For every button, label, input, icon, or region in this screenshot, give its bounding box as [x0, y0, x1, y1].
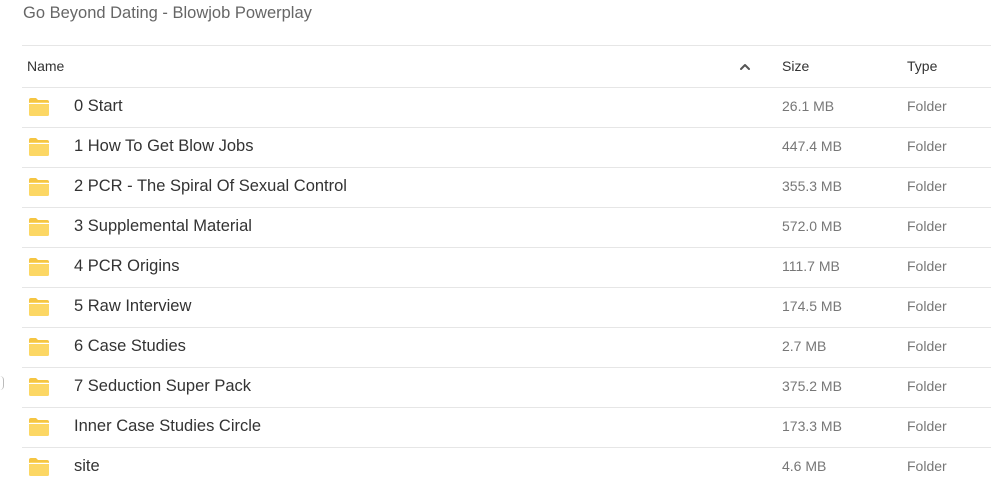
folder-icon	[29, 418, 49, 436]
folder-size: 355.3 MB	[782, 178, 842, 194]
folder-size: 572.0 MB	[782, 218, 842, 234]
folder-icon	[29, 458, 49, 476]
folder-size: 4.6 MB	[782, 458, 827, 474]
folder-name[interactable]: Inner Case Studies Circle	[74, 408, 261, 444]
folder-type: Folder	[907, 298, 947, 314]
table-row[interactable]: Inner Case Studies Circle 173.3 MB Folder	[22, 408, 991, 448]
folder-type: Folder	[907, 338, 947, 354]
table-row[interactable]: 6 Case Studies 2.7 MB Folder	[22, 328, 991, 368]
column-header-type[interactable]: Type	[907, 46, 937, 87]
folder-icon	[29, 218, 49, 236]
chevron-up-icon[interactable]	[739, 62, 751, 72]
folder-name[interactable]: site	[74, 448, 100, 484]
folder-name[interactable]: 0 Start	[74, 88, 123, 124]
table-row[interactable]: site 4.6 MB Folder	[22, 448, 991, 486]
folder-size: 2.7 MB	[782, 338, 827, 354]
page-title: Go Beyond Dating - Blowjob Powerplay	[23, 4, 312, 22]
folder-size: 375.2 MB	[782, 378, 842, 394]
folder-type: Folder	[907, 258, 947, 274]
table-body: 0 Start 26.1 MB Folder 1 How To Get Blow Jo…	[22, 88, 991, 486]
folder-type: Folder	[907, 418, 947, 434]
table-row[interactable]: 2 PCR - The Spiral Of Sexual Control 355.…	[22, 168, 991, 208]
folder-type: Folder	[907, 218, 947, 234]
folder-type: Folder	[907, 458, 947, 474]
file-browser: Go Beyond Dating - Blowjob Powerplay Nam…	[0, 0, 991, 486]
folder-type: Folder	[907, 98, 947, 114]
table-row[interactable]: 7 Seduction Super Pack 375.2 MB Folder	[22, 368, 991, 408]
table-row[interactable]: 4 PCR Origins 111.7 MB Folder	[22, 248, 991, 288]
folder-type: Folder	[907, 178, 947, 194]
folder-size: 174.5 MB	[782, 298, 842, 314]
folder-name[interactable]: 1 How To Get Blow Jobs	[74, 128, 253, 164]
column-header-name[interactable]: Name	[27, 46, 64, 87]
folder-type: Folder	[907, 378, 947, 394]
folder-icon	[29, 378, 49, 396]
folder-icon	[29, 338, 49, 356]
folder-size: 173.3 MB	[782, 418, 842, 434]
folder-icon	[29, 138, 49, 156]
folder-name[interactable]: 6 Case Studies	[74, 328, 186, 364]
table-row[interactable]: 5 Raw Interview 174.5 MB Folder	[22, 288, 991, 328]
scroll-edge-marker	[0, 376, 4, 390]
folder-name[interactable]: 5 Raw Interview	[74, 288, 191, 324]
table-row[interactable]: 1 How To Get Blow Jobs 447.4 MB Folder	[22, 128, 991, 168]
table-row[interactable]: 3 Supplemental Material 572.0 MB Folder	[22, 208, 991, 248]
folder-type: Folder	[907, 138, 947, 154]
file-table: Name Size Type 0 Start 26.1 MB Folder 1 How…	[22, 45, 991, 486]
folder-icon	[29, 298, 49, 316]
folder-icon	[29, 98, 49, 116]
folder-icon	[29, 178, 49, 196]
table-header: Name Size Type	[22, 45, 991, 88]
folder-size: 111.7 MB	[782, 258, 840, 274]
column-header-size[interactable]: Size	[782, 46, 809, 87]
table-row[interactable]: 0 Start 26.1 MB Folder	[22, 88, 991, 128]
folder-name[interactable]: 4 PCR Origins	[74, 248, 179, 284]
folder-icon	[29, 258, 49, 276]
folder-size: 447.4 MB	[782, 138, 842, 154]
folder-name[interactable]: 2 PCR - The Spiral Of Sexual Control	[74, 168, 347, 204]
folder-name[interactable]: 7 Seduction Super Pack	[74, 368, 251, 404]
folder-name[interactable]: 3 Supplemental Material	[74, 208, 252, 244]
folder-size: 26.1 MB	[782, 98, 835, 114]
